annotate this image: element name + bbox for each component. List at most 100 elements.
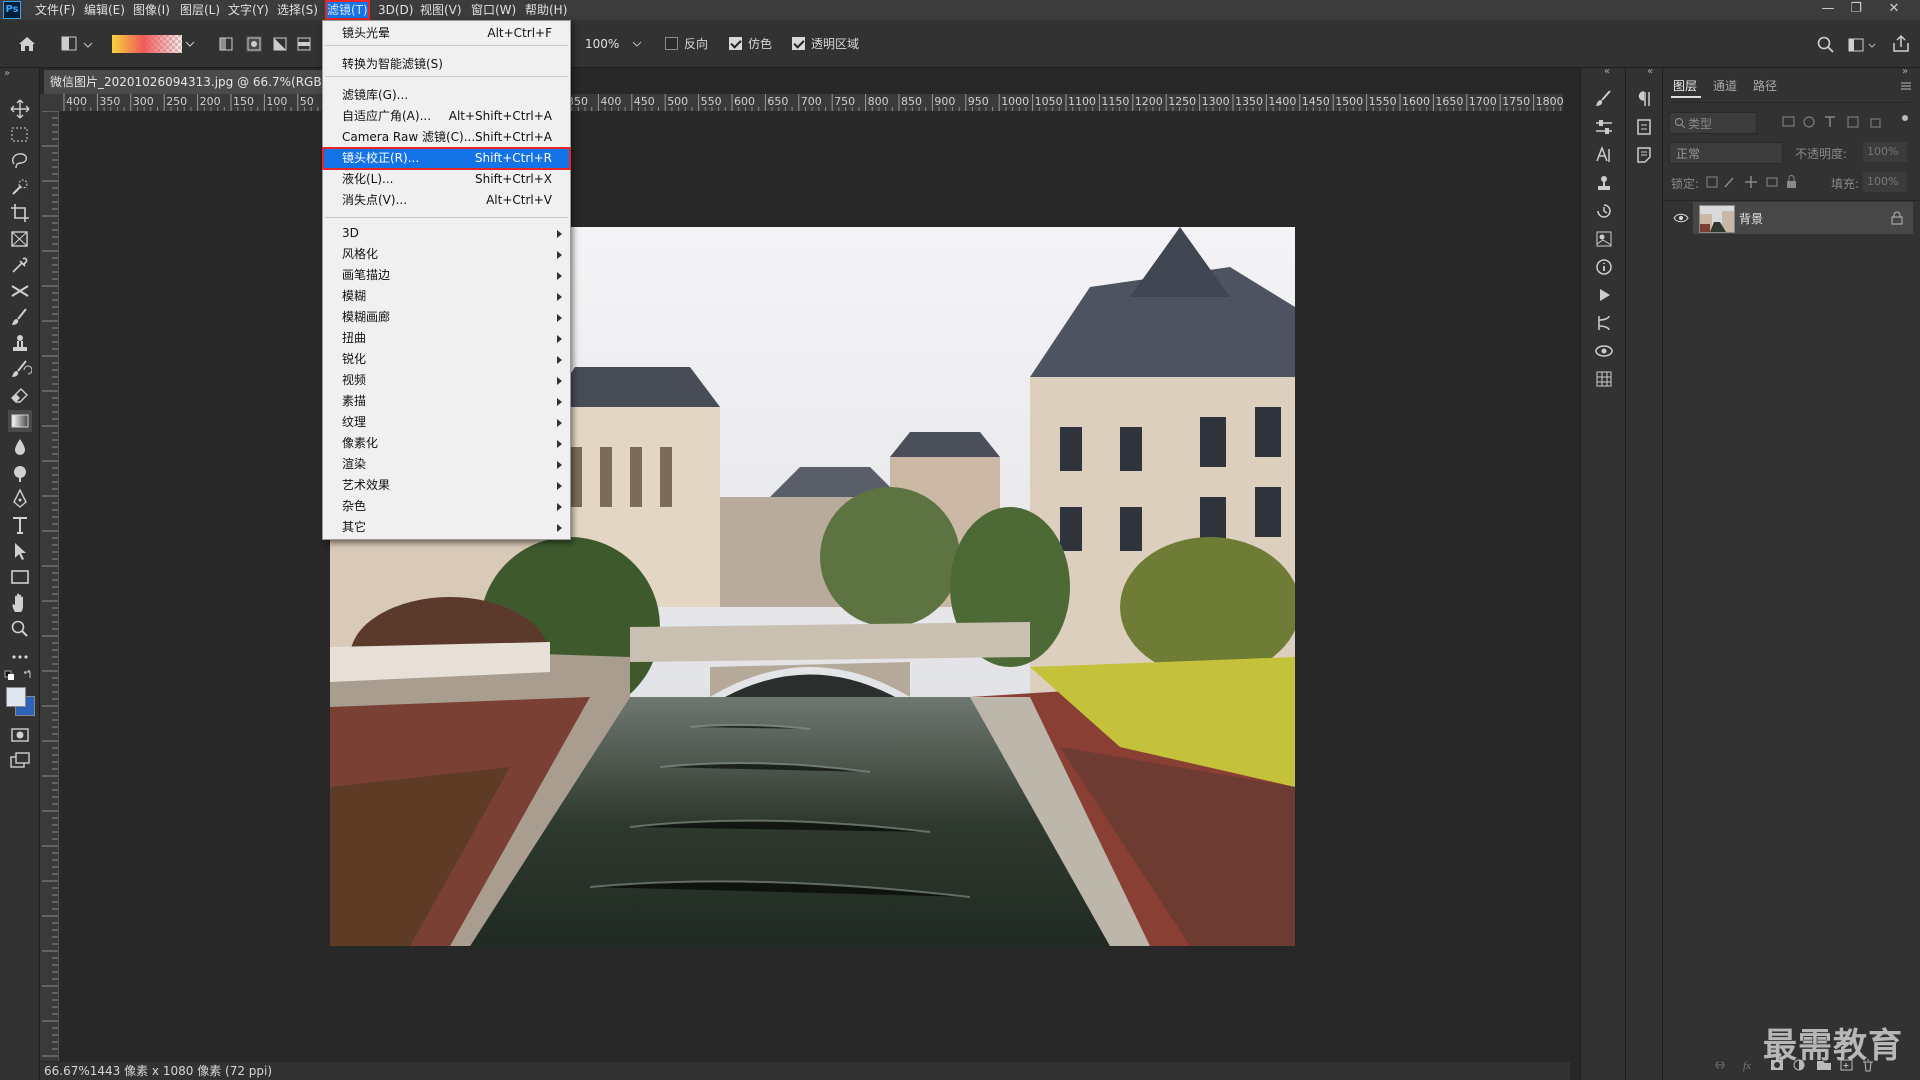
clone-source-icon[interactable] (1593, 172, 1615, 194)
more-tools-icon[interactable] (8, 646, 32, 668)
menu-image[interactable]: 图像(I) (133, 0, 170, 20)
tool-preset-picker[interactable] (60, 34, 94, 54)
menu-type[interactable]: 文字(Y) (228, 0, 269, 20)
layer-row[interactable]: 背景 (1693, 202, 1913, 234)
adjustments-icon[interactable] (1593, 116, 1615, 138)
brush-settings-icon[interactable] (1593, 88, 1615, 110)
home-icon[interactable] (16, 33, 38, 55)
menu-help[interactable]: 帮助(H) (525, 0, 567, 20)
menu-item-convert-smart-filter[interactable]: 转换为智能滤镜(S) (323, 54, 570, 75)
properties-icon[interactable] (1633, 116, 1655, 138)
menu-item-filter-gallery[interactable]: 滤镜库(G)... (323, 85, 570, 106)
blur-tool-icon[interactable] (8, 436, 32, 458)
submenu-pixelate[interactable]: 像素化 (323, 433, 570, 454)
swatches-icon[interactable] (1593, 228, 1615, 250)
quick-select-tool-icon[interactable] (8, 176, 32, 198)
eye-icon[interactable] (1673, 212, 1689, 224)
history-icon[interactable] (1593, 200, 1615, 222)
panel-menu-icon[interactable] (1899, 80, 1913, 92)
foreground-color-swatch[interactable] (6, 687, 26, 707)
layer-filter-icons[interactable] (1781, 114, 1911, 130)
chevron-down-icon[interactable] (630, 36, 644, 52)
collapse-toolbar-icon[interactable]: » (4, 68, 22, 80)
healing-tool-icon[interactable] (8, 280, 32, 302)
document-tab[interactable]: 微信图片_20201026094313.jpg @ 66.7%(RGB/8 (44, 70, 326, 94)
menu-select[interactable]: 选择(S) (277, 0, 318, 20)
close-button[interactable]: ✕ (1880, 0, 1908, 20)
layer-filter-select[interactable]: 类型 (1669, 112, 1757, 134)
menu-layer[interactable]: 图层(L) (180, 0, 220, 20)
submenu-artistic[interactable]: 艺术效果 (323, 475, 570, 496)
transparency-checkbox[interactable] (792, 37, 805, 50)
path-select-tool-icon[interactable] (8, 540, 32, 562)
restore-button[interactable]: ❐ (1842, 0, 1870, 20)
3d-icon[interactable] (1593, 340, 1615, 362)
menu-item-adaptive-wide-angle[interactable]: 自适应广角(A)... Alt+Shift+Ctrl+A (323, 106, 570, 127)
zoom-tool-icon[interactable] (8, 618, 32, 640)
brush-tool-icon[interactable] (8, 306, 32, 328)
dither-checkbox[interactable] (729, 37, 742, 50)
menu-edit[interactable]: 编辑(E) (84, 0, 125, 20)
rectangle-tool-icon[interactable] (8, 566, 32, 588)
submenu-sketch[interactable]: 素描 (323, 391, 570, 412)
minimize-button[interactable]: — (1814, 0, 1842, 20)
collapse-dock-icon-2[interactable]: « (1647, 66, 1653, 77)
menu-item-lens-flare[interactable]: 镜头光晕 Alt+Ctrl+F (323, 23, 570, 44)
tab-channels[interactable]: 通道 (1713, 77, 1737, 94)
hand-tool-icon[interactable] (8, 592, 32, 614)
submenu-blur[interactable]: 模糊 (323, 286, 570, 307)
collapse-dock-icon[interactable]: « (1604, 66, 1610, 77)
submenu-brush-strokes[interactable]: 画笔描边 (323, 265, 570, 286)
submenu-texture[interactable]: 纹理 (323, 412, 570, 433)
screen-mode-icon[interactable] (8, 750, 32, 772)
lock-icons[interactable] (1705, 174, 1805, 190)
menu-item-camera-raw[interactable]: Camera Raw 滤镜(C)... Shift+Ctrl+A (323, 127, 570, 148)
menu-item-vanishing-point[interactable]: 消失点(V)... Alt+Ctrl+V (323, 190, 570, 211)
menu-view[interactable]: 视图(V) (420, 0, 462, 20)
workspace-icon[interactable] (1846, 34, 1880, 56)
notes-icon[interactable] (1633, 144, 1655, 166)
eraser-tool-icon[interactable] (8, 384, 32, 406)
expand-panel-icon[interactable]: » (1902, 66, 1908, 77)
paths-icon[interactable] (1593, 312, 1615, 334)
submenu-video[interactable]: 视频 (323, 370, 570, 391)
table-grid-icon[interactable] (1593, 368, 1615, 390)
share-icon[interactable] (1890, 33, 1912, 55)
history-brush-tool-icon[interactable] (8, 358, 32, 380)
layer-fill-field[interactable]: 100% (1863, 172, 1907, 192)
clone-stamp-tool-icon[interactable] (8, 332, 32, 354)
pen-tool-icon[interactable] (8, 488, 32, 510)
paragraph-icon[interactable] (1633, 88, 1655, 110)
blend-mode-select[interactable]: 正常 (1669, 142, 1783, 164)
menu-file[interactable]: 文件(F) (35, 0, 75, 20)
type-tool-icon[interactable] (8, 514, 32, 536)
crop-tool-icon[interactable] (8, 202, 32, 224)
submenu-distort[interactable]: 扭曲 (323, 328, 570, 349)
submenu-other[interactable]: 其它 (323, 517, 570, 538)
menu-filter[interactable]: 滤镜(T) (325, 0, 370, 20)
lasso-tool-icon[interactable] (8, 150, 32, 172)
tab-layers[interactable]: 图层 (1673, 77, 1697, 94)
submenu-noise[interactable]: 杂色 (323, 496, 570, 517)
opacity-field[interactable]: 100% (585, 35, 629, 53)
actions-play-icon[interactable] (1593, 284, 1615, 306)
swap-colors-icon[interactable] (4, 668, 36, 684)
eyedropper-tool-icon[interactable] (8, 254, 32, 276)
tab-paths[interactable]: 路径 (1753, 77, 1777, 94)
menu-3d[interactable]: 3D(D) (378, 0, 413, 20)
submenu-3d[interactable]: 3D (323, 223, 570, 244)
character-icon[interactable] (1593, 144, 1615, 166)
gradient-tool-icon[interactable] (8, 410, 32, 432)
marquee-tool-icon[interactable] (8, 124, 32, 146)
submenu-sharpen[interactable]: 锐化 (323, 349, 570, 370)
info-icon[interactable] (1593, 256, 1615, 278)
menu-item-liquify[interactable]: 液化(L)... Shift+Ctrl+X (323, 169, 570, 190)
reverse-checkbox[interactable] (665, 37, 678, 50)
menu-item-lens-correction[interactable]: 镜头校正(R)... Shift+Ctrl+R (322, 147, 571, 170)
search-icon[interactable] (1815, 34, 1837, 56)
frame-tool-icon[interactable] (8, 228, 32, 250)
quick-mask-icon[interactable] (8, 724, 32, 746)
dodge-tool-icon[interactable] (8, 462, 32, 484)
gradient-picker[interactable] (112, 34, 196, 54)
submenu-blur-gallery[interactable]: 模糊画廊 (323, 307, 570, 328)
